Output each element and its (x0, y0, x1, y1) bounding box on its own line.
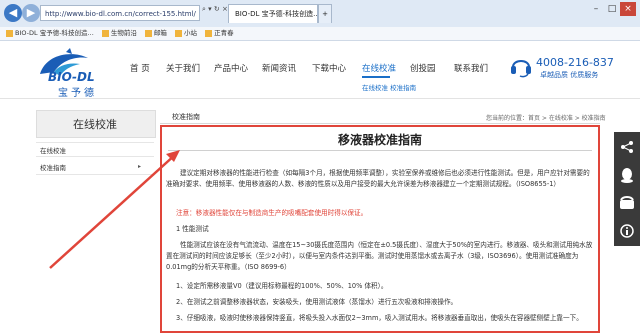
step-2: 2、在测试之前调整移液器状态，安装吸头，使用测试液体（蒸馏水）进行五次吸液和排液… (176, 298, 458, 306)
qq-icon[interactable] (614, 162, 640, 188)
info-icon[interactable] (614, 218, 640, 244)
nav-contact[interactable]: 联系我们 (454, 62, 488, 74)
address-controls[interactable]: ⌕ ▾ ↻ × (202, 5, 228, 14)
nav-calibration[interactable]: 在线校准 (362, 62, 396, 74)
nav-active-indicator (362, 76, 390, 78)
divider (36, 156, 154, 157)
share-icon[interactable] (614, 134, 640, 160)
nav-products[interactable]: 产品中心 (214, 62, 248, 74)
breadcrumb[interactable]: 您当前的位置：首页 > 在线校准 > 校准指南 (486, 113, 606, 122)
favorite-icon (205, 29, 213, 37)
article-title: 移液器校准指南 (337, 133, 422, 147)
phone-icon[interactable] (614, 190, 640, 216)
subnav[interactable]: 在线校准 校准指南 (362, 82, 416, 92)
sidebar-item-online-calibration[interactable]: 在线校准 (40, 145, 150, 155)
new-tab-button[interactable]: + (318, 4, 332, 23)
minimize-button[interactable]: – (588, 2, 604, 16)
favorite-item[interactable]: 邮箱 (144, 27, 167, 40)
section-heading: 1 性能测试 (176, 225, 209, 233)
step-3: 3、仔细吸液，吸液时使移液器保持竖直，将吸头投入水面仅2~3mm，吸入测试用水。… (176, 314, 583, 322)
nav-download[interactable]: 下载中心 (312, 62, 346, 74)
back-button[interactable]: ◀ (4, 4, 22, 22)
paragraph-conditions: 性能测试应该在没有气流流动、温度在15~30摄氏度范围内（恒定在±0.5摄氏度）… (166, 241, 593, 271)
address-bar[interactable]: http://www.bio-dl.com.cn/correct-155.htm… (40, 5, 200, 21)
header-divider (0, 98, 640, 99)
divider (36, 142, 154, 143)
divider (168, 150, 592, 151)
sidebar-item-calibration-guide[interactable]: 校准指南 (40, 162, 150, 172)
tab-active[interactable]: BIO-DL 宝予德-科技创造... (228, 4, 318, 23)
paragraph-intro: 建议定期对移液器的性能进行检查（如每隔3个月，根据使用频率调整），实验室保养或维… (166, 169, 590, 188)
logo-subtext: 宝予德 (58, 88, 97, 99)
nav-home[interactable]: 首 页 (130, 62, 150, 74)
divider (36, 174, 154, 175)
maximize-button[interactable]: □ (604, 2, 620, 16)
favorite-icon (6, 29, 13, 37)
chevron-right-icon: ▸ (138, 163, 142, 170)
favorite-icon (101, 29, 109, 37)
favorite-icon (175, 29, 182, 37)
slogan: 卓越品质 优质服务 (540, 71, 599, 79)
logo-text: BIO-DL (48, 70, 95, 84)
headset-icon (511, 60, 531, 78)
section-title: 校准指南 (172, 113, 200, 121)
nav-news[interactable]: 新闻资讯 (262, 62, 296, 74)
note-text: 注意：移液器性能仅在与制造商生产的吸嘴配套使用时得以保证。 (176, 209, 368, 217)
favorite-item[interactable]: BIO-DL 宝予德-科技创造... (6, 27, 94, 40)
hotline-number: 4008-216-837 (536, 56, 614, 69)
forward-button[interactable]: ▶ (22, 4, 40, 22)
step-1: 1、设定所需移液量V0（建议用标称最程的100%、50%、10% 体积）。 (176, 282, 388, 290)
sidebar-title: 在线校准 (73, 118, 117, 131)
favorites-bar: BIO-DL 宝予德-科技创造... 生物前沿 邮箱 小站 正青春 (0, 27, 640, 41)
favorite-icon (144, 29, 152, 37)
nav-about[interactable]: 关于我们 (166, 62, 200, 74)
favorite-item[interactable]: 小站 (175, 27, 197, 40)
divider (160, 123, 600, 124)
favorite-item[interactable]: 正青春 (205, 27, 234, 40)
close-button[interactable]: × (620, 2, 636, 16)
nav-venture[interactable]: 创投园 (410, 62, 436, 74)
favorite-item[interactable]: 生物前沿 (101, 27, 137, 40)
